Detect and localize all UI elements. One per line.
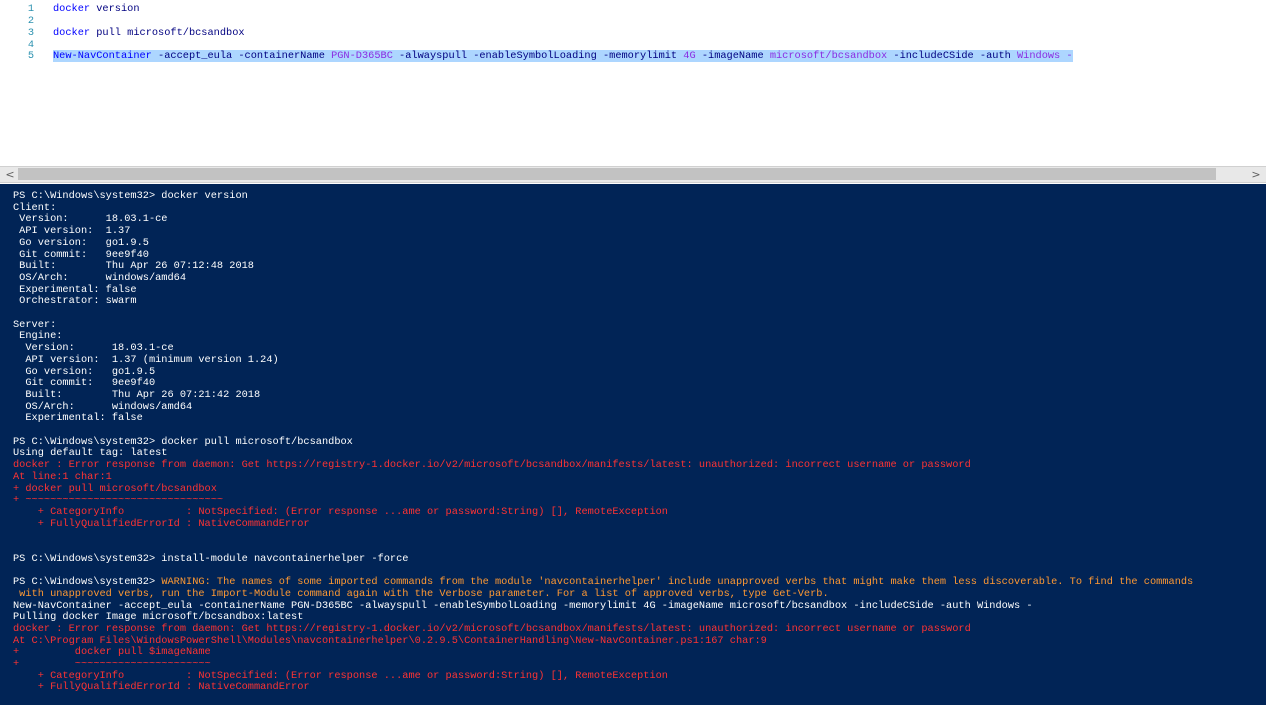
code-token: 4G [683, 50, 696, 62]
console-line: + docker pull microsoft/bcsandbox [13, 482, 217, 495]
console-line: At line:1 char:1 [13, 470, 112, 483]
editor-line[interactable]: 2 [0, 15, 1266, 27]
console-line: PS C:\Windows\system32> docker version [13, 190, 248, 202]
line-number: 5 [27, 50, 34, 62]
console-line: Git commit: 9ee9f40 [13, 377, 156, 390]
console-line: Built: Thu Apr 26 07:12:48 2018 [13, 260, 254, 273]
code-token: pull microsoft/bcsandbox [90, 27, 245, 39]
line-number: 2 [27, 15, 34, 27]
prompt-text: PS C:\Windows\system32> [13, 576, 162, 589]
console-line: Experimental: false [13, 412, 143, 425]
editor-line[interactable]: 3 docker pull microsoft/bcsandbox [0, 27, 1266, 39]
selected-code[interactable]: New-NavContainer -accept_eula -container… [53, 50, 1073, 62]
code-token: -imageName [695, 50, 770, 62]
console-line: Engine: [13, 330, 63, 343]
console-line: Orchestrator: swarm [13, 295, 137, 308]
console-line: Version: 18.03.1-ce [13, 213, 168, 226]
console-line: Built: Thu Apr 26 07:21:42 2018 [13, 388, 261, 401]
console-line: OS/Arch: windows/amd64 [13, 271, 187, 284]
line-number: 3 [27, 27, 34, 39]
code-token: -accept_eula -containerName [151, 50, 332, 62]
console-line: + ~~~~~~~~~~~~~~~~~~~~~~~~~~~~~~~~ [13, 494, 224, 507]
console-line: + CategoryInfo : NotSpecified: (Error re… [13, 669, 668, 682]
scrollbar-thumb[interactable] [18, 168, 1216, 180]
code-token: -alwayspull -enableSymbolLoading -memory… [392, 50, 684, 62]
console-line: + ~~~~~~~~~~~~~~~~~~~~~~ [13, 658, 211, 670]
scroll-right-arrow-icon[interactable]: > [1248, 167, 1264, 182]
console-line: + FullyQualifiedErrorId : NativeCommandE… [13, 517, 310, 530]
editor-line[interactable]: 5 New-NavContainer -accept_eula -containe… [0, 50, 1266, 62]
code-token: docker [53, 3, 91, 15]
console-line: Client: [13, 201, 57, 214]
code-token: docker [53, 27, 91, 39]
code-token: New-NavContainer [53, 50, 152, 62]
console-line: docker : Error response from daemon: Get… [13, 459, 971, 472]
code-token: -includeCSide -auth [887, 50, 1017, 62]
scroll-left-arrow-icon[interactable]: < [2, 167, 18, 182]
console-line: Experimental: false [13, 283, 137, 296]
console-line: Go version: go1.9.5 [13, 236, 149, 249]
console-line: Version: 18.03.1-ce [13, 342, 174, 355]
code-token: Windows - [1016, 50, 1073, 62]
console-line: OS/Arch: windows/amd64 [13, 400, 193, 413]
editor-horizontal-scrollbar[interactable]: < > [0, 166, 1266, 183]
console-line: PS C:\Windows\system32> install-module n… [13, 552, 409, 565]
line-number: 1 [27, 3, 34, 15]
console-line: with unapproved verbs, run the Import-Mo… [13, 587, 829, 600]
console-pane[interactable]: PS C:\Windows\system32> docker version Cl… [0, 184, 1266, 705]
code-token: version [90, 3, 140, 15]
console-line: At C:\Program Files\WindowsPowerShell\Mo… [13, 634, 767, 647]
console-line: Server: [13, 318, 57, 331]
console-line: docker : Error response from daemon: Get… [13, 622, 971, 635]
console-line: PS C:\Windows\system32> docker pull micr… [13, 435, 353, 448]
code-text[interactable]: docker version [53, 3, 140, 15]
console-line: Go version: go1.9.5 [13, 365, 156, 378]
console-line: Using default tag: latest [13, 447, 168, 460]
console-line: Git commit: 9ee9f40 [13, 248, 149, 261]
console-line: + CategoryInfo : NotSpecified: (Error re… [13, 505, 668, 518]
console-line: New-NavContainer -accept_eula -container… [13, 599, 1033, 612]
code-token: PGN-D365BC [331, 50, 393, 62]
console-line: API version: 1.37 (minimum version 1.24) [13, 353, 279, 366]
editor-line[interactable]: 1 docker version [0, 3, 1266, 15]
script-editor-pane[interactable]: 1 docker version 2 3 docker pull microsoft/b… [0, 0, 1266, 166]
code-token: microsoft/bcsandbox [769, 50, 888, 62]
warning-text: WARNING: The names of some imported comm… [161, 576, 1194, 589]
console-line: Pulling docker Image microsoft/bcsandbox… [13, 611, 304, 624]
console-line: PS C:\Windows\system32> WARNING: The nam… [13, 576, 1193, 588]
console-line: + FullyQualifiedErrorId : NativeCommandE… [13, 681, 310, 694]
console-line: + docker pull $imageName [13, 646, 211, 659]
code-text[interactable]: docker pull microsoft/bcsandbox [53, 27, 245, 39]
console-line: API version: 1.37 [13, 225, 131, 238]
